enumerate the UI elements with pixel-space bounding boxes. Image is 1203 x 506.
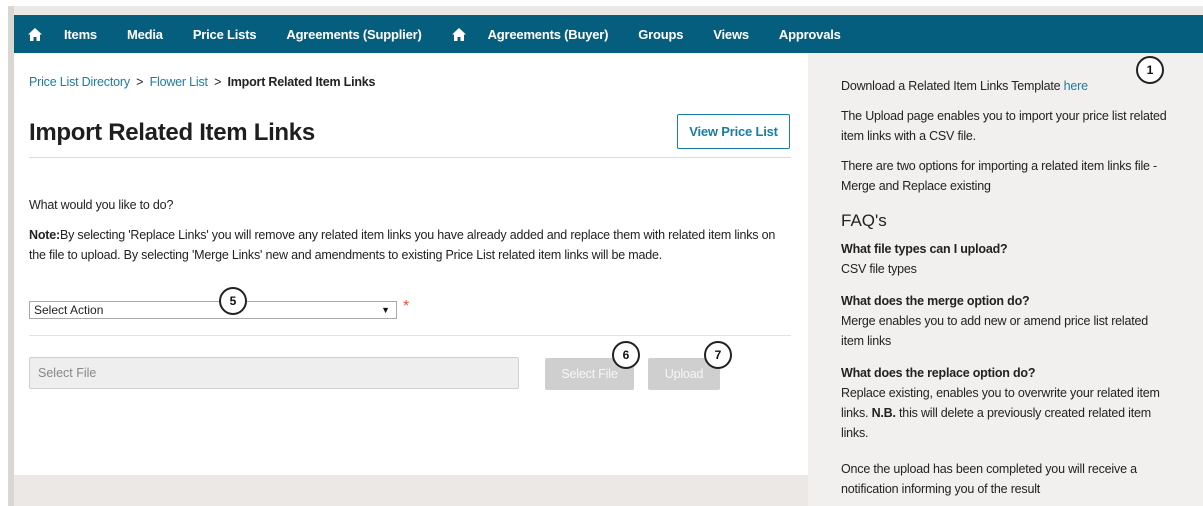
- action-question: What would you like to do?: [29, 198, 174, 212]
- faq-merge: What does the merge option do? Merge ena…: [841, 291, 1171, 351]
- top-nav: Items Media Price Lists Agreements (Supp…: [14, 15, 1203, 53]
- callout-5: 5: [219, 287, 247, 315]
- help-sidebar: Download a Related Item Links Template h…: [808, 53, 1203, 506]
- action-select[interactable]: Select Action ▼: [29, 301, 397, 319]
- help-paragraph-result: Once the upload has been completed you w…: [841, 462, 1137, 496]
- faq-question: What does the merge option do?: [841, 294, 1030, 308]
- help-paragraph-upload: The Upload page enables you to import yo…: [841, 109, 1167, 143]
- nav-views[interactable]: Views: [713, 27, 749, 42]
- nav-agreements-supplier[interactable]: Agreements (Supplier): [286, 27, 421, 42]
- home-icon[interactable]: [28, 27, 42, 41]
- callout-7: 7: [704, 341, 732, 369]
- app-frame: Items Media Price Lists Agreements (Supp…: [8, 6, 1203, 506]
- required-marker: *: [403, 298, 410, 315]
- divider: [29, 335, 791, 336]
- nav-price-lists[interactable]: Price Lists: [193, 27, 257, 42]
- faq-heading: FAQ's: [841, 211, 887, 230]
- faq-answer-emphasis: N.B.: [871, 406, 896, 420]
- breadcrumb-flower-list[interactable]: Flower List: [150, 75, 208, 89]
- nav-agreements-buyer[interactable]: Agreements (Buyer): [488, 27, 609, 42]
- chevron-down-icon: ▼: [381, 305, 390, 315]
- nav-groups[interactable]: Groups: [638, 27, 683, 42]
- download-template-link[interactable]: here: [1064, 79, 1088, 93]
- help-paragraph-options: There are two options for importing a re…: [841, 159, 1158, 193]
- nav-approvals[interactable]: Approvals: [779, 27, 841, 42]
- action-select-value: Select Action: [34, 303, 104, 317]
- faq-question: What file types can I upload?: [841, 242, 1008, 256]
- note-body: By selecting 'Replace Links' you will re…: [29, 228, 776, 262]
- note-label: Note:: [29, 228, 60, 242]
- breadcrumb-separator: >: [136, 75, 144, 89]
- breadcrumb-current: Import Related Item Links: [227, 75, 376, 89]
- file-path-input[interactable]: Select File: [29, 357, 519, 389]
- divider: [29, 157, 791, 158]
- download-template-label: Download a Related Item Links Template: [841, 79, 1064, 93]
- nav-media[interactable]: Media: [127, 27, 163, 42]
- note-text: Note:By selecting 'Replace Links' you wi…: [29, 225, 789, 265]
- faq-answer: Merge enables you to add new or amend pr…: [841, 314, 1149, 348]
- view-price-list-button[interactable]: View Price List: [677, 114, 790, 149]
- download-template-text: Download a Related Item Links Template h…: [841, 76, 1171, 96]
- faq-question: What does the replace option do?: [841, 366, 1036, 380]
- faq-answer: Replace existing, enables you to overwri…: [841, 383, 1171, 443]
- faq-answer: CSV file types: [841, 262, 917, 276]
- faq-file-types: What file types can I upload? CSV file t…: [841, 239, 1171, 279]
- breadcrumb-separator: >: [214, 75, 222, 89]
- callout-6: 6: [612, 341, 640, 369]
- home-icon[interactable]: [451, 27, 466, 41]
- breadcrumb: Price List Directory > Flower List > Imp…: [29, 75, 375, 89]
- nav-items[interactable]: Items: [64, 27, 97, 42]
- page-title: Import Related Item Links: [29, 119, 315, 146]
- breadcrumb-price-list-directory[interactable]: Price List Directory: [29, 75, 130, 89]
- callout-1: 1: [1136, 56, 1164, 84]
- faq-replace: What does the replace option do? Replace…: [841, 363, 1171, 443]
- main-content: Price List Directory > Flower List > Imp…: [14, 53, 808, 475]
